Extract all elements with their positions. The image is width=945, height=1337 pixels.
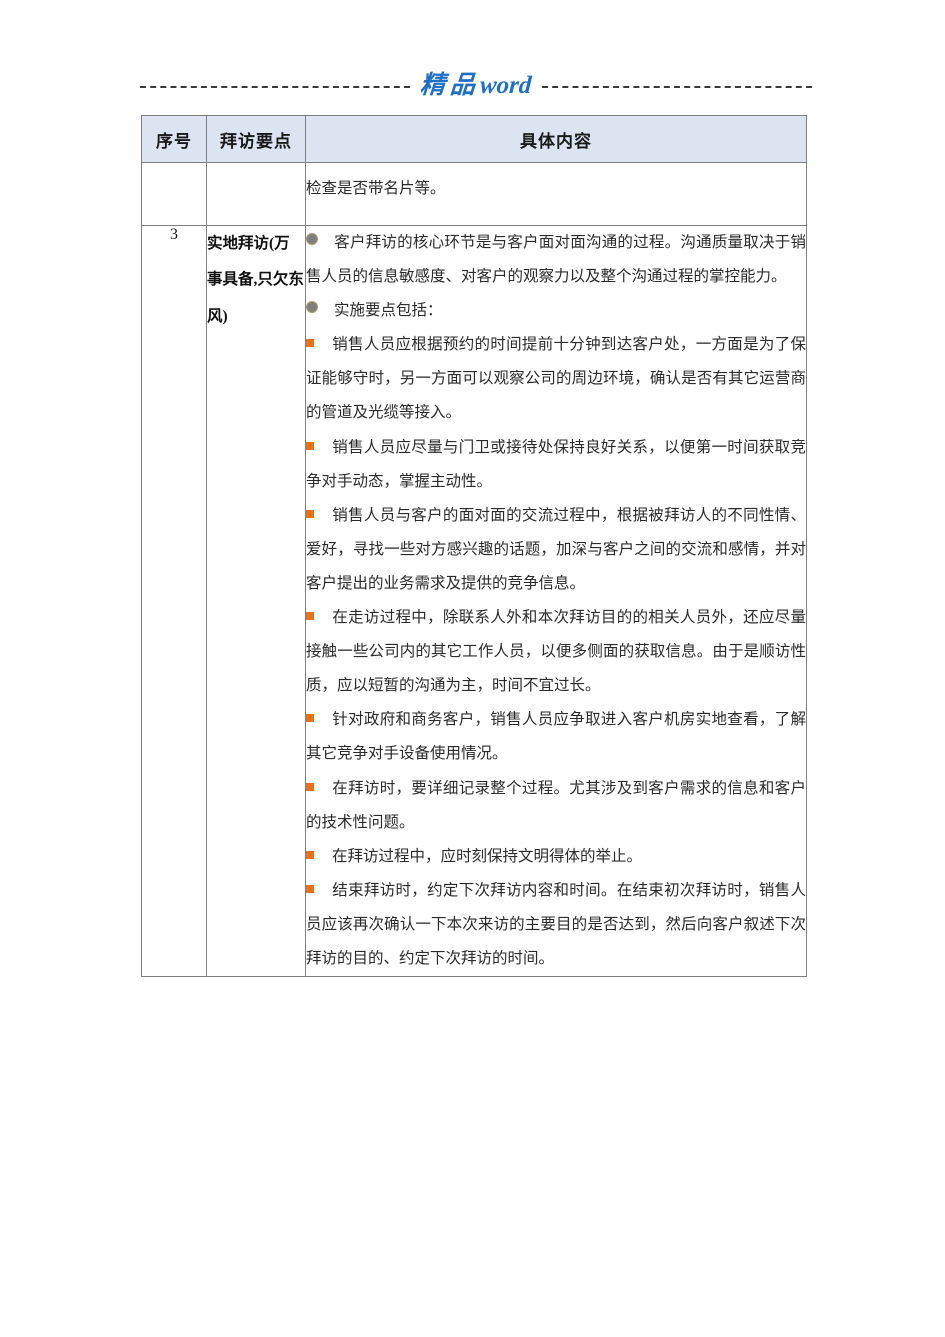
content-paragraph: 在走访过程中，除联系人外和本次拜访目的的相关人员外，还应尽量接触一些公司内的其它… <box>306 601 806 703</box>
row-key-point-cell: 实地拜访(万事具备,只欠东风) <box>206 224 306 978</box>
content-paragraph: 结束拜访时，约定下次拜访内容和时间。在结束初次拜访时，销售人员应该再次确认一下本… <box>306 874 806 976</box>
column-header-sequence: 序号 <box>141 115 207 163</box>
table-row: 检查是否带名片等。 <box>141 162 807 226</box>
content-paragraph: 在拜访过程中，应时刻保持文明得体的举止。 <box>306 840 806 874</box>
content-text: 在拜访时，要详细记录整个过程。尤其涉及到客户需求的信息和客户的技术性问题。 <box>306 779 806 831</box>
content-text: 结束拜访时，约定下次拜访内容和时间。在结束初次拜访时，销售人员应该再次确认一下本… <box>306 881 806 967</box>
table-row: 3 实地拜访(万事具备,只欠东风) 客户拜访的核心环节是与客户面对面沟通的过程。… <box>141 224 807 978</box>
table-body: 检查是否带名片等。 3 实地拜访(万事具备,只欠东风) 客户拜访的核心环节是与客… <box>141 162 807 978</box>
square-bullet-icon <box>306 612 314 621</box>
content-paragraph: 在拜访时，要详细记录整个过程。尤其涉及到客户需求的信息和客户的技术性问题。 <box>306 772 806 840</box>
content-text: 针对政府和商务客户，销售人员应争取进入客户机房实地查看，了解其它竞争对手设备使用… <box>306 711 806 763</box>
header-dashed-rule-right <box>541 86 813 88</box>
disc-bullet-icon <box>306 233 318 245</box>
table-header-row: 序号 拜访要点 具体内容 <box>141 115 807 163</box>
row-key-point-cell <box>206 162 306 226</box>
content-text: 在拜访过程中，应时刻保持文明得体的举止。 <box>332 847 643 865</box>
content-text: 销售人员应尽量与门卫或接待处保持良好关系，以便第一时间获取竞争对手动态，掌握主动… <box>306 438 806 490</box>
content-text: 实施要点包括： <box>334 302 443 320</box>
square-bullet-icon <box>306 441 314 450</box>
column-header-key-point: 拜访要点 <box>206 115 306 163</box>
row-sequence-cell <box>141 162 207 226</box>
document-page: 精品word 序号 拜访要点 具体内容 检查是否带名片等。 3 实地拜访(万事具… <box>0 0 945 1337</box>
header-dashed-rule-left <box>140 86 411 88</box>
square-bullet-icon <box>306 884 314 893</box>
content-text: 检查是否带名片等。 <box>306 180 446 197</box>
disc-bullet-icon <box>306 301 318 314</box>
content-paragraph: 检查是否带名片等。 <box>306 172 806 206</box>
square-bullet-icon <box>306 850 314 859</box>
row-sequence-cell: 3 <box>141 224 207 978</box>
content-text: 在走访过程中，除联系人外和本次拜访目的的相关人员外，还应尽量接触一些公司内的其它… <box>306 609 806 695</box>
row-content-cell: 检查是否带名片等。 <box>305 162 807 226</box>
content-text: 销售人员应根据预约的时间提前十分钟到达客户处，一方面是为了保证能够守时，另一方面… <box>306 336 806 422</box>
square-bullet-icon <box>306 339 314 348</box>
visit-guide-table: 序号 拜访要点 具体内容 检查是否带名片等。 3 实地拜访(万事具备,只欠东风) <box>141 115 807 978</box>
square-bullet-icon <box>306 782 314 791</box>
brand-chinese-text: 精品 <box>419 72 482 99</box>
brand-english-text: word <box>479 72 533 99</box>
brand-watermark: 精品word <box>409 72 542 99</box>
content-text: 客户拜访的核心环节是与客户面对面沟通的过程。沟通质量取决于销售人员的信息敏感度、… <box>306 234 806 286</box>
content-paragraph: 针对政府和商务客户，销售人员应争取进入客户机房实地查看，了解其它竞争对手设备使用… <box>306 703 806 771</box>
content-text: 销售人员与客户的面对面的交流过程中，根据被拜访人的不同性情、爱好，寻找一些对方感… <box>306 506 806 592</box>
document-header: 精品word <box>140 62 813 108</box>
content-paragraph: 客户拜访的核心环节是与客户面对面沟通的过程。沟通质量取决于销售人员的信息敏感度、… <box>306 226 806 294</box>
content-paragraph: 销售人员与客户的面对面的交流过程中，根据被拜访人的不同性情、爱好，寻找一些对方感… <box>306 499 806 601</box>
column-header-content: 具体内容 <box>305 115 807 163</box>
square-bullet-icon <box>306 714 314 723</box>
row-content-cell: 客户拜访的核心环节是与客户面对面沟通的过程。沟通质量取决于销售人员的信息敏感度、… <box>305 224 807 978</box>
square-bullet-icon <box>306 509 314 518</box>
content-paragraph: 销售人员应根据预约的时间提前十分钟到达客户处，一方面是为了保证能够守时，另一方面… <box>306 328 806 430</box>
content-paragraph: 销售人员应尽量与门卫或接待处保持良好关系，以便第一时间获取竞争对手动态，掌握主动… <box>306 431 806 499</box>
content-paragraph: 实施要点包括： <box>306 294 806 328</box>
